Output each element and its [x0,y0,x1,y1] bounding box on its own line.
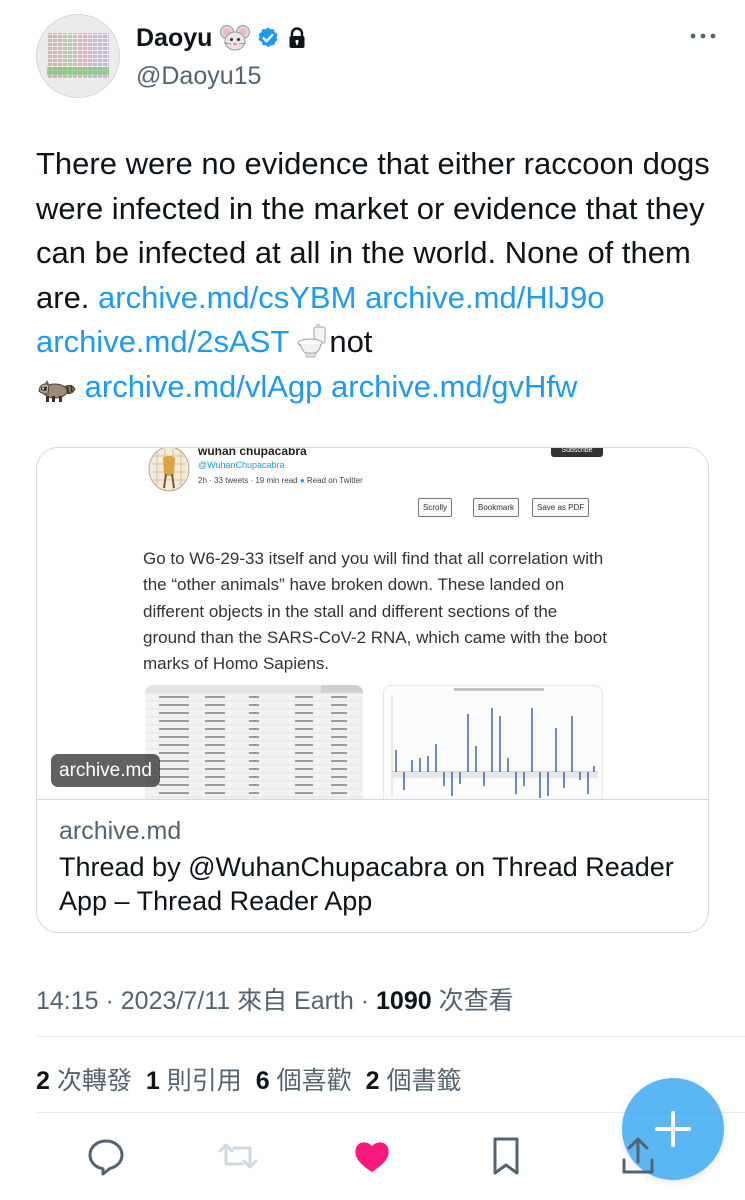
card-title: Thread by @WuhanChupacabra on Thread Rea… [59,852,674,916]
engagement-stats: 2 次轉發 1 則引用 6 個喜歡 2 個書籤 [36,1061,461,1097]
preview-table-image [145,685,363,799]
preview-author-handle: @WuhanChupacabra [198,460,285,470]
bookmarks-stat[interactable]: 2 個書籤 [366,1067,462,1095]
quotes-count: 1 [145,1067,160,1095]
card-domain: archive.md [59,817,182,845]
more-options-icon[interactable] [686,24,720,48]
divider [36,1036,745,1037]
mouse-face-emoji [220,25,251,51]
views-label: 次查看 [431,987,514,1015]
likes-count: 6 [255,1067,270,1095]
preview-bookmark-button: Bookmark [473,498,520,517]
link-preview-card[interactable]: wuhan chupacabra @WuhanChupacabra 2h · 3… [36,447,709,933]
link-archive-2sast[interactable]: archive.md/2sAST [36,324,289,359]
quotes-stat[interactable]: 1 則引用 [146,1067,242,1095]
preview-pdf-button: Save as PDF [532,498,590,517]
preview-table-graphic [145,685,363,798]
preview-meta: 2h · 33 tweets · 19 min read ● Read on T… [198,476,363,485]
display-name[interactable]: Daoyu [136,24,212,53]
bookmarks-count: 2 [365,1067,380,1095]
retweets-stat[interactable]: 2 次轉發 [36,1067,132,1095]
preview-author-avatar [148,448,190,492]
tweet-text-not: not [329,324,373,359]
bookmarks-label: 個書籤 [379,1067,462,1095]
tweet-text: There were no evidence that either racco… [36,142,716,409]
retweets-count: 2 [36,1067,50,1095]
link-archive-csybm[interactable]: archive.md/csYBM [98,280,356,315]
preview-chart-image [383,685,603,799]
link-archive-vlagp[interactable]: archive.md/vlAgp [85,369,323,404]
name-row: Daoyu [136,22,308,54]
tweet-header: Daoyu @Daoyu15 [36,14,726,104]
preview-meta-text: 2h · 33 tweets · 19 min read [198,476,298,485]
retweet-icon[interactable] [216,1134,260,1178]
raccoon-emoji [38,379,76,402]
preview-scrolly-button: Scrolly [418,498,453,517]
tweet-timestamp[interactable]: 14:15 · 2023/7/11 來自 Earth · [36,987,376,1015]
tweet-meta: 14:15 · 2023/7/11 來自 Earth · 1090 次查看 [36,981,514,1017]
preview-read-on: Read on Twitter [306,476,363,485]
likes-label: 個喜歡 [269,1067,352,1095]
reply-icon[interactable] [84,1134,128,1178]
bird-icon: ● [299,476,305,485]
quotes-label: 則引用 [166,1067,242,1095]
heart-icon[interactable] [350,1134,394,1178]
preview-chart-graphic [391,688,598,798]
likes-stat[interactable]: 6 個喜歡 [256,1067,352,1095]
card-image-domain-badge: archive.md [51,754,160,787]
views-count: 1090 [376,987,432,1015]
card-preview-image[interactable]: wuhan chupacabra @WuhanChupacabra 2h · 3… [37,448,708,800]
link-archive-gvhfw[interactable]: archive.md/gvHfw [331,369,577,404]
preview-subscribe-button: Subscribe [551,448,603,457]
share-icon[interactable] [616,1134,660,1178]
toilet-emoji [297,324,326,358]
bookmark-icon[interactable] [484,1134,528,1178]
avatar-image-band [47,67,109,75]
verified-badge-icon[interactable] [256,26,280,50]
lock-icon [289,27,305,48]
preview-body-text: Go to W6-29-33 itself and you will find … [143,549,607,674]
avatar[interactable] [36,14,120,98]
retweets-label: 次轉發 [49,1067,132,1095]
link-archive-hlj9o[interactable]: archive.md/HlJ9o [365,280,604,315]
user-handle[interactable]: @Daoyu15 [136,62,261,91]
preview-author-name: wuhan chupacabra [198,448,307,458]
